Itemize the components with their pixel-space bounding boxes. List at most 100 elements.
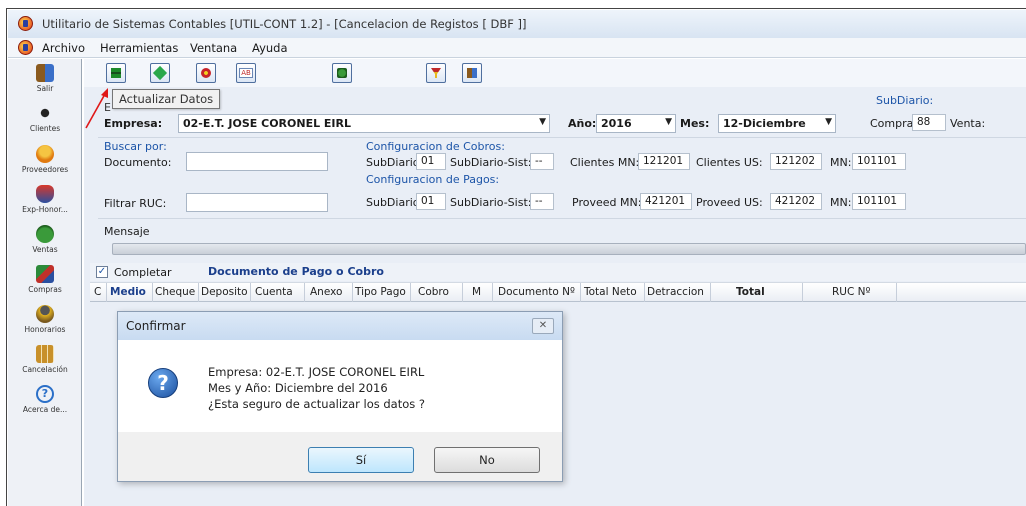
mes-label: Mes:: [680, 117, 710, 130]
pagos-mn2-label: MN:: [830, 196, 852, 209]
toolbar-button-3[interactable]: [196, 63, 216, 83]
exit-door-icon: [36, 64, 54, 82]
column-header[interactable]: Tipo Pago: [355, 286, 406, 298]
title-bar: Utilitario de Sistemas Contables [UTIL-C…: [8, 10, 1026, 38]
column-header[interactable]: C: [94, 286, 101, 298]
cobros-us-field[interactable]: 121202: [770, 153, 822, 170]
grid-icon: [36, 345, 54, 363]
sidebar-item-honorarios[interactable]: Honorarios: [8, 305, 82, 334]
cobros-mn2-label: MN:: [830, 156, 852, 169]
ab-text-icon: AB: [239, 68, 253, 78]
compra-field[interactable]: 88: [912, 114, 946, 131]
column-header[interactable]: Deposito: [201, 286, 248, 298]
toolbar-exit-button[interactable]: [462, 63, 482, 83]
sidebar-item-compras[interactable]: Compras: [8, 265, 82, 294]
yes-button[interactable]: Sí: [308, 447, 414, 473]
grid-toolbar: ✓ Completar Documento de Pago o Cobro: [90, 263, 1026, 281]
sidebar-item-cancelacion[interactable]: Cancelación: [8, 345, 82, 374]
filtrar-ruc-label: Filtrar RUC:: [104, 197, 167, 210]
column-header[interactable]: Cheque: [155, 286, 195, 298]
column-header[interactable]: Cobro: [418, 286, 449, 298]
anio-label: Año:: [568, 117, 597, 130]
empresa-label: Empresa:: [104, 117, 163, 130]
help-icon: ?: [36, 385, 54, 403]
cobros-title: Configuracion de Cobros:: [366, 140, 505, 153]
sidebar: Salir Clientes Proveedores Exp-Honor... …: [8, 59, 82, 506]
dialog-title: Confirmar: [126, 319, 186, 333]
mdi-child-icon[interactable]: [18, 40, 33, 55]
green-stamp-icon: [337, 68, 347, 78]
cobros-mn-field[interactable]: 121201: [638, 153, 690, 170]
sidebar-item-acerca[interactable]: ? Acerca de...: [8, 385, 82, 414]
empresa-select[interactable]: 02-E.T. JOSE CORONEL EIRL ▼: [178, 114, 550, 133]
documento-input[interactable]: [186, 152, 328, 171]
toolbar-button-2[interactable]: [150, 63, 170, 83]
filter-icon: [431, 68, 441, 78]
column-header[interactable]: Documento Nº: [498, 286, 575, 298]
pagos-subdiario-label: SubDiario:: [366, 196, 424, 209]
cobros-mn2-field[interactable]: 101101: [852, 153, 906, 170]
window-title: Utilitario de Sistemas Contables [UTIL-C…: [42, 17, 527, 31]
section-letter: E: [104, 101, 111, 114]
cobros-sist-field[interactable]: --: [530, 153, 554, 170]
sidebar-item-clientes[interactable]: Clientes: [8, 104, 82, 133]
shopping-icon: [36, 265, 54, 283]
sidebar-item-salir[interactable]: Salir: [8, 64, 82, 93]
column-header[interactable]: Anexo: [310, 286, 342, 298]
filtrar-ruc-input[interactable]: [186, 193, 328, 212]
close-icon[interactable]: ✕: [532, 318, 554, 334]
divider: [98, 218, 1026, 219]
cobros-subdiario-field[interactable]: 01: [416, 153, 446, 170]
chevron-down-icon: ▼: [665, 117, 672, 127]
no-button[interactable]: No: [434, 447, 540, 473]
menu-ventana[interactable]: Ventana: [190, 41, 237, 55]
chevron-down-icon: ▼: [539, 117, 546, 127]
column-header[interactable]: Total: [736, 286, 765, 298]
pagos-mn-field[interactable]: 421201: [640, 193, 692, 210]
anio-select[interactable]: 2016 ▼: [596, 114, 676, 133]
venta-label: Venta:: [950, 117, 986, 130]
dialog-message-line: Mes y Año: Diciembre del 2016: [208, 381, 388, 395]
pagos-title: Configuracion de Pagos:: [366, 173, 500, 186]
column-header[interactable]: Detraccion: [647, 286, 704, 298]
runner-icon: [36, 104, 54, 122]
app-logo-icon: [18, 16, 33, 31]
pagos-subdiario-field[interactable]: 01: [416, 193, 446, 210]
column-header[interactable]: RUC Nº: [832, 286, 870, 298]
toolbar-button-5[interactable]: [332, 63, 352, 83]
menu-herramientas[interactable]: Herramientas: [100, 41, 178, 55]
exit-icon: [467, 68, 477, 78]
pagos-us-field[interactable]: 421202: [770, 193, 822, 210]
subdiario-header: SubDiario:: [876, 94, 934, 107]
column-header[interactable]: Cuenta: [255, 286, 293, 298]
column-header[interactable]: M: [472, 286, 481, 298]
compra-label: Compra:: [870, 117, 918, 130]
divider: [98, 137, 1026, 138]
sidebar-item-proveedores[interactable]: Proveedores: [8, 145, 82, 174]
cobros-sist-label: SubDiario-Sist:: [450, 156, 532, 169]
grid-header: C Medio Cheque Deposito Cuenta Anexo Tip…: [90, 282, 1026, 302]
toolbar-button-4[interactable]: AB: [236, 63, 256, 83]
sidebar-item-exp-honor[interactable]: Exp-Honor...: [8, 185, 82, 214]
column-header[interactable]: Medio: [110, 286, 146, 298]
sidebar-item-ventas[interactable]: Ventas: [8, 225, 82, 254]
pagos-mn2-field[interactable]: 101101: [852, 193, 906, 210]
update-data-button[interactable]: [106, 63, 126, 83]
documento-label: Documento:: [104, 156, 172, 169]
toolbar-button-6[interactable]: [426, 63, 446, 83]
tooltip: Actualizar Datos: [112, 89, 221, 109]
dialog-message-line: ¿Esta seguro de actualizar los datos ?: [208, 397, 426, 411]
mes-select[interactable]: 12-Diciembre ▼: [718, 114, 836, 133]
menu-ayuda[interactable]: Ayuda: [252, 41, 288, 55]
menu-archivo[interactable]: Archivo: [42, 41, 85, 55]
money-bag-icon: [36, 225, 54, 243]
question-icon: ?: [148, 368, 178, 398]
column-header[interactable]: Total Neto: [584, 286, 637, 298]
dialog-message-line: Empresa: 02-E.T. JOSE CORONEL EIRL: [208, 365, 425, 379]
pagos-sist-label: SubDiario-Sist:: [450, 196, 532, 209]
chevron-down-icon: ▼: [825, 117, 832, 127]
grid-section-title: Documento de Pago o Cobro: [208, 265, 384, 278]
pagos-sist-field[interactable]: --: [530, 193, 554, 210]
completar-checkbox[interactable]: ✓: [96, 266, 108, 278]
worker-icon: [36, 305, 54, 323]
